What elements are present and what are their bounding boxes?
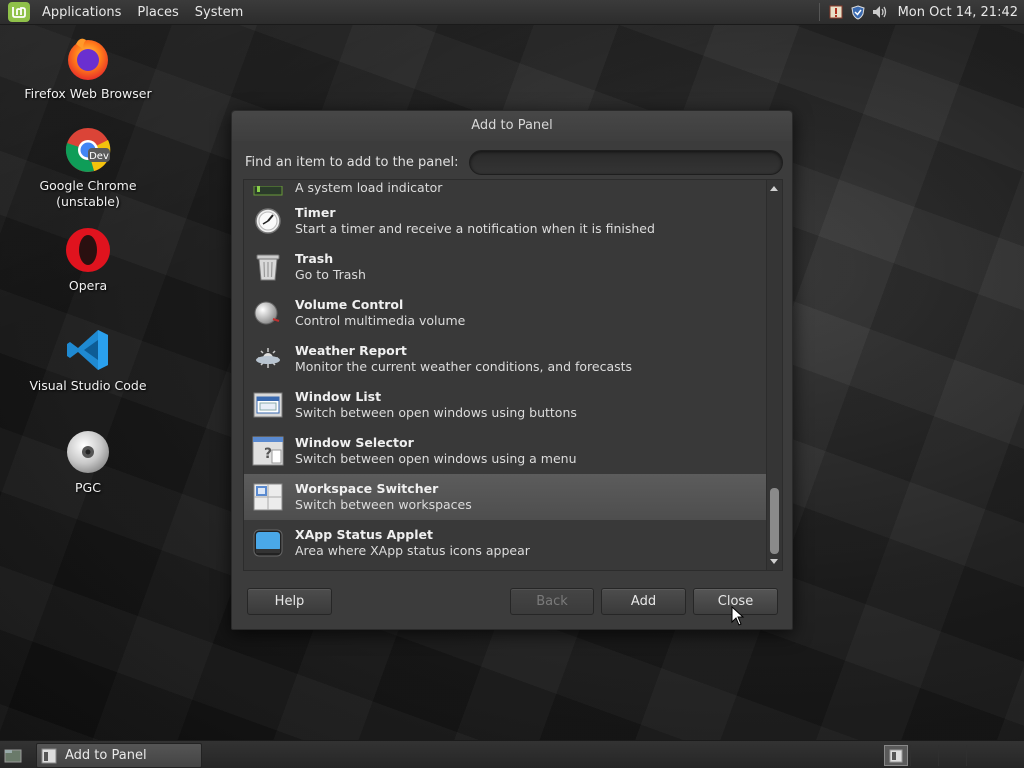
workspace-3[interactable] xyxy=(938,745,965,766)
list-item-title: Trash xyxy=(295,251,334,266)
xapp-status-icon xyxy=(252,527,284,559)
list-item[interactable]: Window List Switch between open windows … xyxy=(244,382,768,428)
menu-applications[interactable]: Applications xyxy=(34,5,129,20)
list-item-text: XApp Status Applet Area where XApp statu… xyxy=(295,527,530,559)
show-desktop-icon[interactable] xyxy=(2,745,24,765)
desktop-icon-vscode[interactable]: Visual Studio Code xyxy=(18,326,158,394)
back-button[interactable]: Back xyxy=(510,588,594,615)
list-item-desc: Area where XApp status icons appear xyxy=(295,543,530,558)
list-item-desc: Start a timer and receive a notification… xyxy=(295,221,655,236)
workspace-1[interactable] xyxy=(884,745,908,766)
desktop-icon-label: Google Chrome (unstable) xyxy=(39,178,137,209)
find-label: Find an item to add to the panel: xyxy=(245,154,459,170)
list-item[interactable]: XApp Status Applet Area where XApp statu… xyxy=(244,520,768,566)
desktop-icon-label: PGC xyxy=(75,480,101,495)
desktop-icon-pgc[interactable]: PGC xyxy=(18,428,158,496)
tray-separator xyxy=(818,3,820,21)
list-item-selected[interactable]: Workspace Switcher Switch between worksp… xyxy=(244,474,768,520)
list-item[interactable]: Weather Report Monitor the current weath… xyxy=(244,336,768,382)
workspace-switcher-icon xyxy=(252,481,284,513)
window-list-icon xyxy=(252,389,284,421)
desktop-icon-firefox[interactable]: Firefox Web Browser xyxy=(18,34,158,102)
scroll-down-arrow-icon[interactable] xyxy=(770,559,778,564)
shield-icon[interactable] xyxy=(850,4,866,20)
help-button[interactable]: Help xyxy=(247,588,332,615)
menu-system[interactable]: System xyxy=(187,5,251,20)
desktop-icon-chrome[interactable]: Dev Google Chrome (unstable) xyxy=(18,126,158,210)
list-item-text: Window Selector Switch between open wind… xyxy=(295,435,577,467)
cd-icon xyxy=(67,431,109,473)
list-item-text: Timer Start a timer and receive a notifi… xyxy=(295,205,655,237)
trash-icon xyxy=(252,251,284,283)
mint-menu-icon[interactable] xyxy=(8,2,30,22)
applet-list-items: A system load indicator Timer Start a ti… xyxy=(244,180,768,566)
list-item-title: Weather Report xyxy=(295,343,407,358)
add-to-panel-dialog: Add to Panel Find an item to add to the … xyxy=(231,110,793,630)
list-item[interactable]: Timer Start a timer and receive a notifi… xyxy=(244,198,768,244)
workspace-2[interactable] xyxy=(910,745,937,766)
bottom-panel: Add to Panel xyxy=(0,740,1024,768)
find-row: Find an item to add to the panel: xyxy=(245,149,783,175)
top-panel: Applications Places System Mon Oct 14, 2… xyxy=(0,0,1024,25)
timer-icon xyxy=(252,205,284,237)
list-item-title: Timer xyxy=(295,205,336,220)
list-item-desc: Switch between workspaces xyxy=(295,497,472,512)
workspace-window-icon xyxy=(889,749,903,762)
clock[interactable]: Mon Oct 14, 21:42 xyxy=(898,5,1018,20)
desktop-icon-opera[interactable]: Opera xyxy=(18,226,158,294)
mouse-cursor-icon xyxy=(731,606,745,626)
window-icon xyxy=(41,748,57,763)
list-item-title: Window List xyxy=(295,389,382,404)
list-item-text: A system load indicator xyxy=(295,180,442,196)
list-item-title: Workspace Switcher xyxy=(295,481,439,496)
list-item-title: Volume Control xyxy=(295,297,404,312)
list-item-desc: Go to Trash xyxy=(295,267,366,282)
scrollbar-thumb[interactable] xyxy=(770,488,779,554)
firefox-icon xyxy=(68,38,108,80)
list-item-text: Workspace Switcher Switch between worksp… xyxy=(295,481,472,513)
list-item-desc: A system load indicator xyxy=(295,180,443,195)
opera-icon xyxy=(66,228,110,272)
list-item-desc: Switch between open windows using button… xyxy=(295,405,577,420)
list-item-desc: Monitor the current weather conditions, … xyxy=(295,359,633,374)
notification-icon[interactable] xyxy=(828,4,844,20)
list-scrollbar[interactable] xyxy=(766,180,782,570)
list-item[interactable]: Volume Control Control multimedia volume xyxy=(244,290,768,336)
dialog-title[interactable]: Add to Panel xyxy=(232,111,792,141)
search-input[interactable] xyxy=(468,149,783,175)
desktop-icon-label: Visual Studio Code xyxy=(29,378,147,393)
list-item-text: Trash Go to Trash xyxy=(295,251,366,283)
list-item-desc: Control multimedia volume xyxy=(295,313,466,328)
list-item-text: Window List Switch between open windows … xyxy=(295,389,577,421)
system-monitor-icon xyxy=(252,182,284,196)
desktop-icon-label: Firefox Web Browser xyxy=(24,86,152,101)
system-tray: Mon Oct 14, 21:42 xyxy=(818,0,1024,24)
list-item[interactable]: A system load indicator xyxy=(244,180,768,198)
menu-places[interactable]: Places xyxy=(129,5,186,20)
list-item-title: XApp Status Applet xyxy=(295,527,433,542)
scroll-up-arrow-icon[interactable] xyxy=(770,186,778,191)
volume-icon[interactable] xyxy=(872,4,888,20)
list-item-text: Volume Control Control multimedia volume xyxy=(295,297,465,329)
list-item[interactable]: ? Window Selector Switch between open wi… xyxy=(244,428,768,474)
workspace-4[interactable] xyxy=(966,745,993,766)
svg-text:?: ? xyxy=(264,446,272,462)
volume-control-icon xyxy=(252,297,284,329)
taskbar-window-label: Add to Panel xyxy=(65,748,147,763)
list-item-text: Weather Report Monitor the current weath… xyxy=(295,343,632,375)
list-item-title: Window Selector xyxy=(295,435,414,450)
list-item[interactable]: Trash Go to Trash xyxy=(244,244,768,290)
weather-icon xyxy=(252,343,284,375)
vscode-icon xyxy=(67,330,108,370)
window-selector-icon: ? xyxy=(252,435,284,467)
chrome-dev-icon: Dev xyxy=(65,128,111,172)
taskbar-window-add-to-panel[interactable]: Add to Panel xyxy=(36,743,202,768)
chrome-dev-badge: Dev xyxy=(89,151,109,162)
applet-list[interactable]: A system load indicator Timer Start a ti… xyxy=(243,179,783,571)
desktop-icon-label: Opera xyxy=(68,278,108,293)
list-item-desc: Switch between open windows using a menu xyxy=(295,451,577,466)
add-button[interactable]: Add xyxy=(601,588,686,615)
